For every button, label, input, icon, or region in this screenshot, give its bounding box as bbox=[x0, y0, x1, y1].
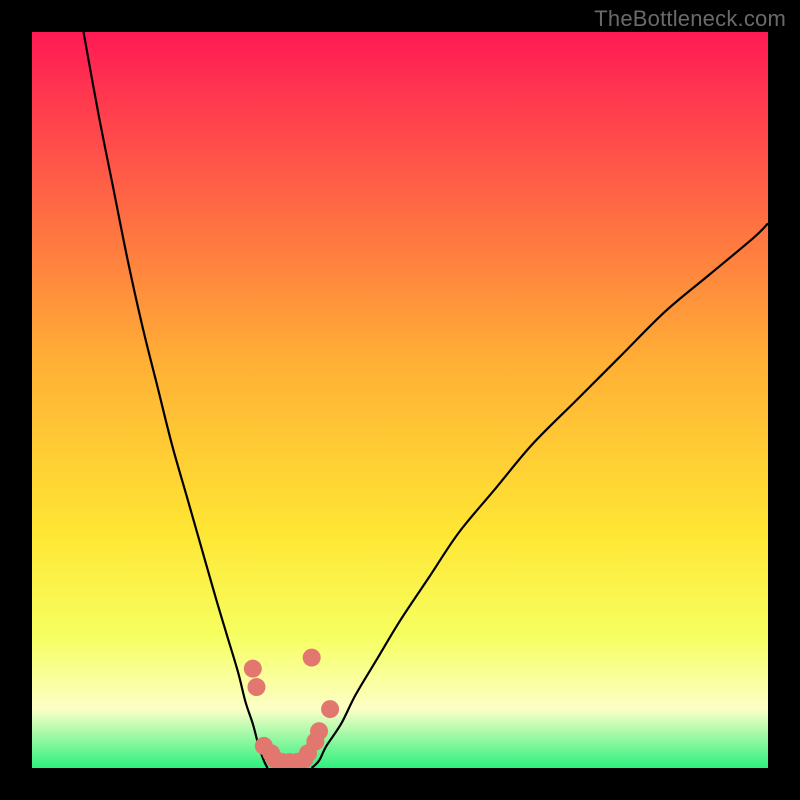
gradient-background bbox=[32, 32, 768, 768]
data-point bbox=[247, 678, 265, 696]
watermark-text: TheBottleneck.com bbox=[594, 6, 786, 32]
bottleneck-chart bbox=[32, 32, 768, 768]
data-point bbox=[303, 649, 321, 667]
data-point bbox=[310, 722, 328, 740]
data-point bbox=[321, 700, 339, 718]
data-point bbox=[244, 660, 262, 678]
chart-frame: TheBottleneck.com bbox=[0, 0, 800, 800]
